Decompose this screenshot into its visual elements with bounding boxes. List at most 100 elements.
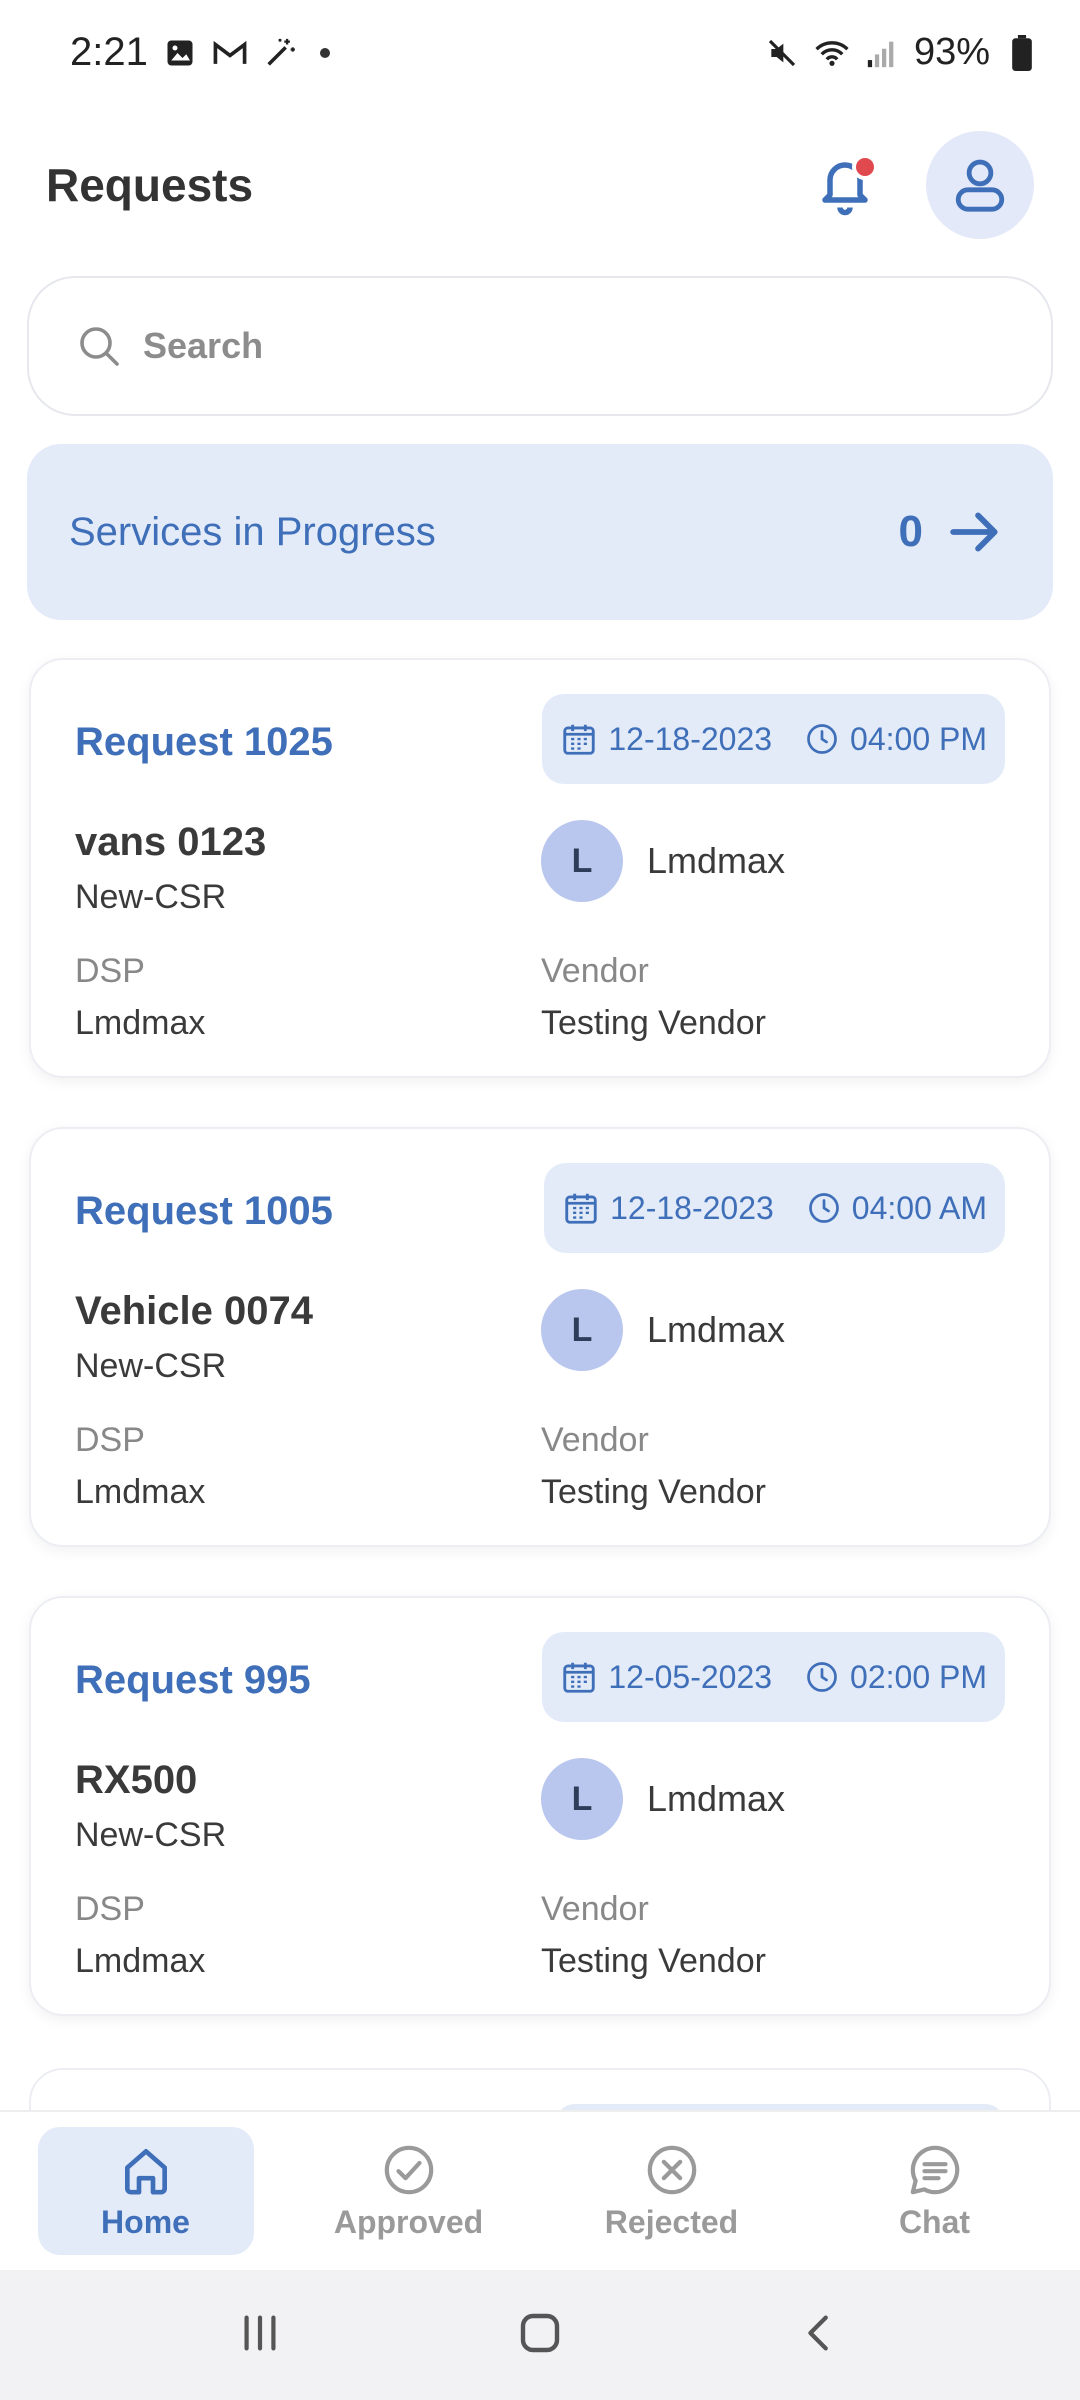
- time-group: 02:00 PM: [804, 1659, 987, 1696]
- services-in-progress-banner[interactable]: Services in Progress 0: [27, 444, 1053, 620]
- dsp-value: Lmdmax: [75, 1004, 206, 1042]
- back-chevron-icon: [808, 2315, 829, 2350]
- requester: L Lmdmax: [541, 1289, 785, 1371]
- home-icon: [124, 2148, 167, 2194]
- nav-rejected-label: Rejected: [604, 2203, 739, 2240]
- vendor-label: Vendor: [541, 952, 649, 990]
- request-title: Request 1005: [75, 1189, 333, 1233]
- mute-icon: [764, 35, 800, 71]
- request-time: 02:00 PM: [850, 1658, 987, 1695]
- notification-dot-icon: [319, 47, 330, 58]
- request-time: 04:00 AM: [851, 1189, 987, 1226]
- profile-button[interactable]: [926, 131, 1034, 239]
- dsp-value: Lmdmax: [75, 1942, 206, 1980]
- request-datetime: 12-05-2023 02:00 PM: [542, 1632, 1005, 1722]
- dsp-label: DSP: [75, 1890, 145, 1928]
- requester-name: Lmdmax: [647, 1309, 786, 1350]
- services-in-progress-count: 0: [898, 507, 923, 556]
- request-card[interactable]: Request 1005 12-18-2023 04:00 AM Vehicle…: [29, 1127, 1051, 1547]
- wifi-icon: [814, 35, 850, 71]
- user-icon: [955, 159, 1005, 212]
- recent-apps-button[interactable]: [237, 2310, 283, 2361]
- nav-chat[interactable]: Chat: [827, 2127, 1043, 2255]
- date-group: 12-05-2023: [560, 1658, 772, 1696]
- time-group: 04:00 PM: [804, 721, 987, 758]
- vendor-value: Testing Vendor: [541, 1942, 766, 1980]
- status-right: 93%: [764, 31, 1040, 74]
- nav-home[interactable]: Home: [37, 2127, 254, 2255]
- notifications-button[interactable]: [810, 150, 880, 220]
- gallery-icon: [162, 35, 198, 71]
- magic-wand-icon: [262, 35, 298, 71]
- x-circle-icon: [647, 2145, 696, 2194]
- dsp-label: DSP: [75, 952, 145, 990]
- status-left: 2:21: [70, 30, 330, 75]
- signal-icon: [864, 35, 900, 71]
- request-card[interactable]: Request 1025 12-18-2023 04:00 PM vans 01…: [29, 658, 1051, 1078]
- vehicle-name: Vehicle 0074: [75, 1289, 313, 1333]
- nav-approved[interactable]: Approved: [301, 2127, 517, 2255]
- requester-name: Lmdmax: [647, 840, 786, 881]
- clock-icon: [808, 1193, 839, 1223]
- request-date: 12-18-2023: [610, 1189, 774, 1226]
- nav-home-label: Home: [101, 2203, 190, 2240]
- services-in-progress-label: Services in Progress: [69, 509, 436, 554]
- request-type: New-CSR: [75, 878, 227, 916]
- check-circle-icon: [384, 2145, 433, 2194]
- gmail-icon: [212, 35, 248, 71]
- request-date: 12-18-2023: [608, 720, 773, 757]
- vendor-value: Testing Vendor: [541, 1473, 766, 1511]
- battery-icon: [1004, 34, 1040, 71]
- system-nav-bar: [0, 2270, 1080, 2400]
- search-input[interactable]: [143, 325, 943, 367]
- vendor-label: Vendor: [541, 1890, 649, 1928]
- search-icon: [80, 327, 119, 366]
- header-actions: [810, 131, 1034, 239]
- chat-icon: [910, 2145, 959, 2194]
- request-type: New-CSR: [75, 1347, 227, 1385]
- vehicle-name: vans 0123: [75, 820, 267, 864]
- arrow-right-icon: [950, 512, 998, 552]
- vehicle-name: RX500: [75, 1758, 198, 1802]
- date-group: 12-18-2023: [560, 720, 772, 758]
- request-time: 04:00 PM: [850, 720, 987, 757]
- nav-rejected[interactable]: Rejected: [564, 2127, 780, 2255]
- bottom-nav: Home Approved Rejected Chat: [0, 2110, 1080, 2270]
- nav-approved-label: Approved: [333, 2203, 484, 2240]
- page-title: Requests: [46, 159, 254, 211]
- home-system-button[interactable]: [516, 2309, 564, 2362]
- requester-name: Lmdmax: [647, 1778, 786, 1819]
- app-header: Requests: [0, 120, 1080, 250]
- recent-apps-icon: [244, 2315, 276, 2350]
- request-datetime: 12-18-2023 04:00 PM: [542, 694, 1005, 784]
- dsp-label: DSP: [75, 1421, 145, 1459]
- avatar: L: [541, 1758, 623, 1840]
- calendar-icon: [565, 1193, 597, 1224]
- requester: L Lmdmax: [541, 1758, 785, 1840]
- date-group: 12-18-2023: [562, 1189, 774, 1227]
- requester: L Lmdmax: [541, 820, 785, 902]
- clock-icon: [807, 1662, 837, 1692]
- request-type: New-CSR: [75, 1816, 227, 1854]
- request-title: Request 1025: [75, 720, 333, 764]
- back-button[interactable]: [797, 2310, 843, 2361]
- avatar: L: [541, 1289, 623, 1371]
- calendar-icon: [563, 1662, 596, 1693]
- request-date: 12-05-2023: [608, 1658, 773, 1695]
- status-time: 2:21: [70, 30, 148, 74]
- time-group: 04:00 AM: [806, 1190, 987, 1227]
- avatar: L: [541, 820, 623, 902]
- request-datetime: 12-18-2023 04:00 AM: [544, 1163, 1005, 1253]
- request-title: Request 995: [75, 1658, 311, 1702]
- request-card[interactable]: Request 995 12-05-2023 02:00 PM RX500 Ne…: [29, 1596, 1051, 2016]
- search-bar[interactable]: [27, 276, 1053, 416]
- calendar-icon: [563, 724, 596, 755]
- banner-right: 0: [899, 507, 1003, 557]
- vendor-value: Testing Vendor: [541, 1004, 766, 1042]
- status-bar: 2:21 93%: [0, 0, 1080, 105]
- dsp-value: Lmdmax: [75, 1473, 206, 1511]
- notification-badge: [852, 154, 878, 180]
- home-square-icon: [520, 2313, 560, 2352]
- vendor-label: Vendor: [541, 1421, 649, 1459]
- clock-icon: [807, 724, 837, 754]
